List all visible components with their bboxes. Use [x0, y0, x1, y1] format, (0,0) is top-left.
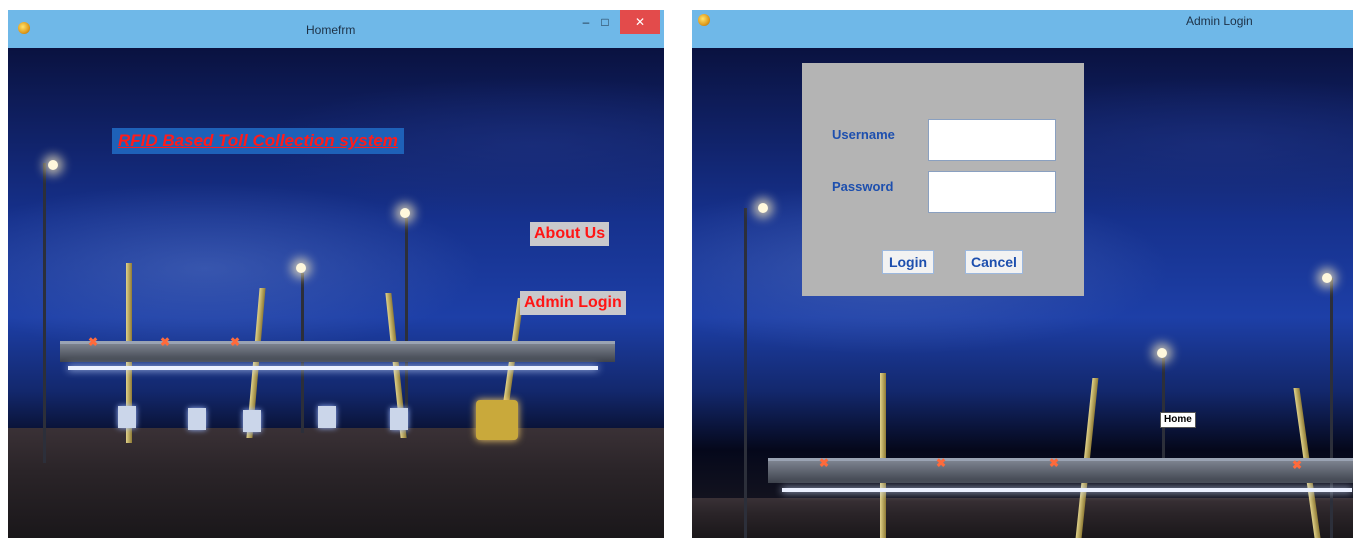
home-button[interactable]: Home: [1160, 412, 1196, 428]
lane-closed-icon: ✖: [1049, 456, 1060, 470]
toll-booth: [188, 408, 206, 430]
password-field[interactable]: [928, 171, 1056, 213]
street-lamp-pole: [43, 163, 46, 463]
street-lamp: [758, 203, 768, 213]
toll-booth: [243, 410, 261, 432]
login-panel: Username Password Login Cancel: [802, 63, 1084, 296]
admin-login-button[interactable]: Admin Login: [520, 291, 626, 315]
road: [692, 498, 1353, 538]
canopy-light: [68, 366, 598, 370]
lane-closed-icon: ✖: [160, 335, 171, 349]
window-title: Homefrm: [306, 23, 356, 37]
username-field[interactable]: [928, 119, 1056, 161]
street-lamp-pole: [1330, 278, 1333, 538]
lane-closed-icon: ✖: [230, 335, 241, 349]
home-window: Homefrm – □ ✕ ✖ ✖ ✖ RFID Based Toll Coll…: [8, 10, 664, 538]
toll-canopy: [768, 458, 1353, 483]
close-button[interactable]: ✕: [620, 10, 660, 34]
street-lamp: [48, 160, 58, 170]
toll-booth: [318, 406, 336, 428]
about-us-button[interactable]: About Us: [530, 222, 610, 246]
title-bar: Homefrm – □ ✕: [8, 10, 664, 48]
lane-closed-icon: ✖: [819, 456, 830, 470]
system-title-link[interactable]: RFID Based Toll Collection system: [112, 128, 404, 154]
lane-closed-icon: ✖: [88, 335, 99, 349]
lane-closed-icon: ✖: [1292, 458, 1303, 472]
toll-booth: [390, 408, 408, 430]
app-icon: [698, 14, 710, 26]
login-button[interactable]: Login: [882, 250, 934, 274]
admin-login-window: Admin Login ✖ ✖ ✖ ✖ Username Password Lo…: [692, 10, 1353, 538]
toll-canopy: [60, 341, 615, 362]
street-lamp: [1157, 348, 1167, 358]
username-label: Username: [832, 127, 895, 142]
canopy-pillar: [880, 373, 886, 538]
street-lamp: [296, 263, 306, 273]
cancel-button[interactable]: Cancel: [965, 250, 1023, 274]
canopy-light: [782, 488, 1352, 492]
lane-closed-icon: ✖: [936, 456, 947, 470]
password-label: Password: [832, 179, 894, 194]
title-bar: Admin Login: [692, 10, 1353, 48]
street-lamp: [400, 208, 410, 218]
window-title: Admin Login: [1186, 14, 1253, 28]
minimize-button[interactable]: –: [578, 10, 594, 34]
street-lamp-pole: [744, 208, 747, 538]
street-lamp: [1322, 273, 1332, 283]
street-lamp-pole: [405, 218, 408, 438]
app-icon: [18, 22, 30, 34]
maximize-button[interactable]: □: [596, 10, 614, 34]
toll-booth: [118, 406, 136, 428]
road: [8, 428, 664, 538]
truck: [476, 400, 518, 440]
